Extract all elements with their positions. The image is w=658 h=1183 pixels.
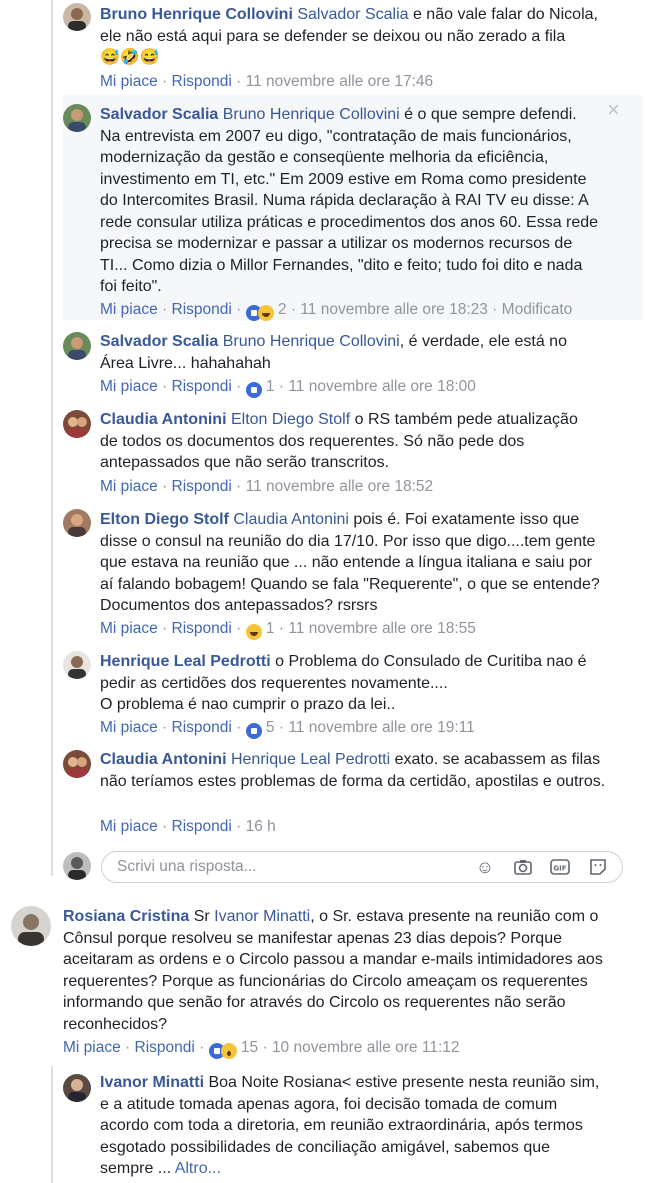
reactions[interactable] bbox=[245, 721, 262, 739]
reply-link[interactable]: Rispondi bbox=[172, 719, 232, 736]
emoji-text: 😅🤣😅 bbox=[100, 49, 160, 66]
comment-author[interactable]: Claudia Antonini bbox=[100, 411, 227, 428]
comment-text: é o que sempre defendi. Na entrevista em… bbox=[100, 106, 599, 295]
mention-link[interactable]: Ivanor Minatti bbox=[214, 908, 310, 925]
reaction-count[interactable]: 15 bbox=[241, 1039, 258, 1056]
haha-reaction-icon bbox=[257, 304, 274, 321]
thread-line bbox=[51, 1066, 53, 1183]
avatar[interactable] bbox=[63, 104, 91, 132]
comment-actions: Mi piace · Rispondi · 5 · 11 novembre al… bbox=[100, 718, 475, 739]
like-link[interactable]: Mi piace bbox=[100, 378, 158, 395]
like-link[interactable]: Mi piace bbox=[100, 73, 158, 90]
reply-input[interactable]: Scrivi una risposta... ☺ GIF bbox=[101, 851, 623, 883]
comment-text: , o Sr. estava presente na reunião com o… bbox=[63, 908, 603, 1033]
reply-link[interactable]: Rispondi bbox=[172, 620, 232, 637]
like-reaction-icon bbox=[245, 381, 262, 398]
mention-link[interactable]: Bruno Henrique Collovini bbox=[223, 333, 400, 350]
mention-link[interactable]: Claudia Antonini bbox=[233, 511, 349, 528]
reactions[interactable] bbox=[245, 380, 262, 398]
comment-body: Henrique Leal Pedrotti o Problema do Con… bbox=[100, 651, 610, 716]
like-link[interactable]: Mi piace bbox=[100, 620, 158, 637]
comment-author[interactable]: Bruno Henrique Collovini bbox=[100, 6, 293, 23]
mention-link[interactable]: Elton Diego Stolf bbox=[231, 411, 350, 428]
svg-text:GIF: GIF bbox=[553, 865, 566, 873]
avatar[interactable] bbox=[63, 750, 91, 778]
comment-author[interactable]: Ivanor Minatti bbox=[100, 1074, 204, 1091]
reply-link[interactable]: Rispondi bbox=[172, 301, 232, 318]
reaction-count[interactable]: 2 bbox=[278, 301, 287, 318]
gif-icon[interactable]: GIF bbox=[550, 857, 570, 877]
reaction-count[interactable]: 1 bbox=[266, 620, 275, 637]
timestamp[interactable]: 11 novembre alle ore 19:11 bbox=[288, 719, 474, 736]
comment-body: Claudia Antonini Henrique Leal Pedrotti … bbox=[100, 749, 610, 792]
timestamp[interactable]: 11 novembre alle ore 18:00 bbox=[288, 378, 476, 395]
emoji-icon[interactable]: ☺ bbox=[475, 857, 495, 877]
comment-body: Bruno Henrique Collovini Salvador Scalia… bbox=[100, 4, 610, 69]
comment-actions: Mi piace · Rispondi · 2 · 11 novembre al… bbox=[100, 300, 572, 321]
timestamp[interactable]: 11 novembre alle ore 18:55 bbox=[288, 620, 476, 637]
comment-actions: Mi piace · Rispondi · 15 · 10 novembre a… bbox=[63, 1038, 460, 1059]
reactions[interactable] bbox=[245, 622, 262, 640]
comment-body: Rosiana Cristina Sr Ivanor Minatti, o Sr… bbox=[63, 908, 603, 1033]
comment-author[interactable]: Elton Diego Stolf bbox=[100, 511, 229, 528]
comment-author[interactable]: Salvador Scalia bbox=[100, 333, 218, 350]
comment-actions: Mi piace · Rispondi · 16 h bbox=[100, 818, 276, 835]
comment-body: Elton Diego Stolf Claudia Antonini pois … bbox=[100, 509, 600, 617]
avatar[interactable] bbox=[63, 509, 91, 537]
reply-link[interactable]: Rispondi bbox=[135, 1039, 195, 1056]
comment-author[interactable]: Claudia Antonini bbox=[100, 751, 227, 768]
avatar[interactable] bbox=[63, 1074, 91, 1102]
reaction-count[interactable]: 1 bbox=[266, 378, 275, 395]
avatar[interactable] bbox=[63, 3, 91, 31]
comment-body: Claudia Antonini Elton Diego Stolf o RS … bbox=[100, 409, 600, 474]
reactions[interactable] bbox=[208, 1041, 237, 1059]
comment-body: Salvador Scalia Bruno Henrique Collovini… bbox=[100, 104, 600, 298]
haha-reaction-icon bbox=[245, 623, 262, 640]
timestamp[interactable]: 11 novembre alle ore 18:23 bbox=[300, 301, 488, 318]
like-link[interactable]: Mi piace bbox=[63, 1039, 121, 1056]
mention-link[interactable]: Bruno Henrique Collovini bbox=[223, 106, 400, 123]
avatar[interactable] bbox=[63, 410, 91, 438]
avatar[interactable] bbox=[63, 651, 91, 679]
thread-line bbox=[51, 0, 53, 876]
comment-actions: Mi piace · Rispondi · 1 · 11 novembre al… bbox=[100, 377, 476, 398]
timestamp[interactable]: 11 novembre alle ore 18:52 bbox=[246, 478, 434, 495]
mention-link[interactable]: Salvador Scalia bbox=[297, 6, 408, 23]
comment-actions: Mi piace · Rispondi · 11 novembre alle o… bbox=[100, 478, 434, 495]
timestamp[interactable]: 16 h bbox=[246, 818, 276, 835]
avatar[interactable] bbox=[11, 906, 51, 946]
mention-link[interactable]: Henrique Leal Pedrotti bbox=[231, 751, 390, 768]
reply-link[interactable]: Rispondi bbox=[172, 818, 232, 835]
current-user-avatar bbox=[63, 852, 91, 880]
reaction-count[interactable]: 5 bbox=[266, 719, 275, 736]
timestamp[interactable]: 10 novembre alle ore 11:12 bbox=[272, 1039, 460, 1056]
reactions[interactable] bbox=[245, 303, 274, 321]
like-link[interactable]: Mi piace bbox=[100, 301, 158, 318]
comment-author[interactable]: Salvador Scalia bbox=[100, 106, 218, 123]
reply-link[interactable]: Rispondi bbox=[172, 378, 232, 395]
reply-link[interactable]: Rispondi bbox=[172, 73, 232, 90]
avatar[interactable] bbox=[63, 332, 91, 360]
like-reaction-icon bbox=[245, 722, 262, 739]
comment-actions: Mi piace · Rispondi · 11 novembre alle o… bbox=[100, 73, 434, 90]
timestamp[interactable]: 11 novembre alle ore 17:46 bbox=[246, 73, 434, 90]
sticker-icon[interactable] bbox=[588, 857, 608, 877]
like-link[interactable]: Mi piace bbox=[100, 478, 158, 495]
comment-body: Salvador Scalia Bruno Henrique Collovini… bbox=[100, 331, 600, 374]
comment-author[interactable]: Henrique Leal Pedrotti bbox=[100, 653, 271, 670]
comment-text: O problema é nao cumprir o prazo da lei.… bbox=[100, 696, 396, 713]
reply-link[interactable]: Rispondi bbox=[172, 478, 232, 495]
reply-placeholder: Scrivi una risposta... bbox=[117, 858, 257, 875]
like-link[interactable]: Mi piace bbox=[100, 818, 158, 835]
comment-actions: Mi piace · Rispondi · 1 · 11 novembre al… bbox=[100, 619, 476, 640]
comment-author[interactable]: Rosiana Cristina bbox=[63, 908, 189, 925]
comment-body: Ivanor Minatti Boa Noite Rosiana< estive… bbox=[100, 1072, 600, 1180]
edited-label[interactable]: Modificato bbox=[502, 301, 573, 318]
camera-icon[interactable] bbox=[513, 857, 533, 877]
wow-reaction-icon bbox=[220, 1042, 237, 1059]
like-link[interactable]: Mi piace bbox=[100, 719, 158, 736]
see-more-link[interactable]: Altro... bbox=[175, 1160, 221, 1177]
close-icon[interactable]: × bbox=[607, 99, 620, 121]
